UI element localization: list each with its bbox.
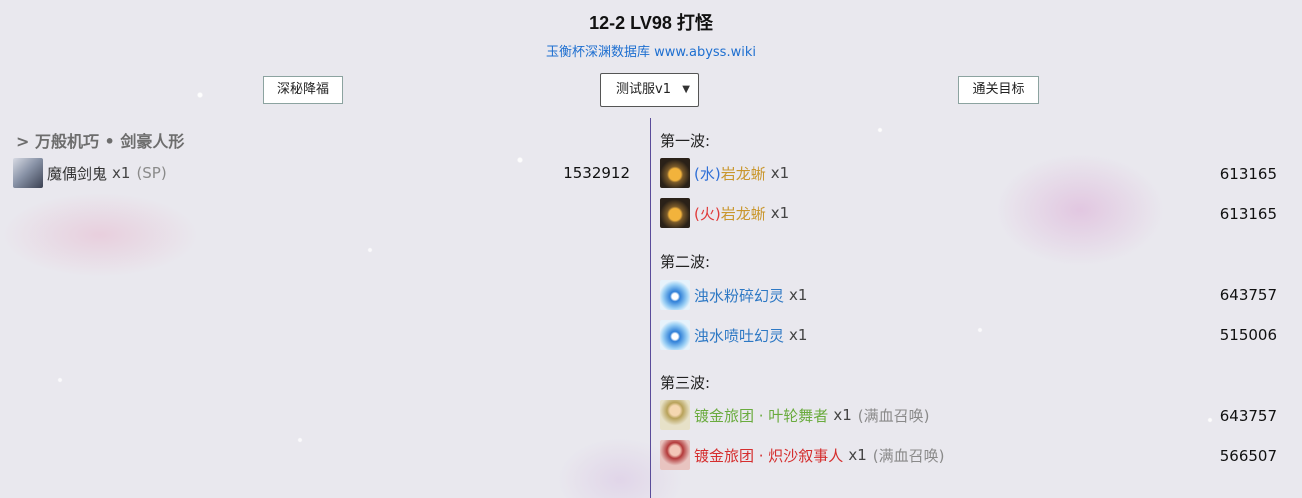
wave-label: 第三波: (660, 374, 711, 392)
team-label: > 万般机巧 • 剑豪人形 (16, 132, 185, 151)
enemy-count: x1 (770, 204, 790, 222)
enemy-name: 岩龙蜥 (720, 164, 766, 183)
enemy-tag: (满血召唤) (872, 446, 945, 465)
enemy-row: 镀金旅团 · 叶轮舞者 x1 (满血召唤) (660, 399, 929, 431)
enemy-hp: 613165 (1219, 165, 1277, 183)
enemy-row: 镀金旅团 · 炽沙叙事人 x1 (满血召唤) (660, 439, 944, 471)
enemy-count: x1 (789, 326, 808, 344)
chevron-down-icon: ▼ (682, 84, 690, 95)
enemy-hp: 515006 (1219, 326, 1277, 344)
water-phantom-icon (660, 280, 690, 310)
enemy-element: (火) (694, 204, 721, 223)
page-title: 12-2 LV98 打怪 (589, 13, 713, 33)
lizard-icon (660, 198, 690, 228)
column-divider (650, 118, 651, 498)
enemy-row: (水) 岩龙蜥 x1 (660, 157, 789, 189)
version-select-value: 测试服v1 (616, 82, 671, 97)
lizard-icon (660, 158, 690, 188)
enemy-name: 浊水粉碎幻灵 (694, 286, 785, 305)
enemy-name: 岩龙蜥 (720, 204, 766, 223)
enemy-hp: 1532912 (563, 164, 630, 182)
enemy-row: 浊水粉碎幻灵 x1 (660, 279, 807, 311)
enemy-hp: 613165 (1219, 205, 1277, 223)
enemy-name: 镀金旅团 · 炽沙叙事人 (694, 446, 844, 465)
version-select[interactable]: 测试服v1 ▼ (600, 73, 699, 107)
wave-label: 第二波: (660, 253, 711, 271)
enemy-hp: 643757 (1219, 286, 1277, 304)
enemy-tag: (满血召唤) (857, 406, 930, 425)
water-phantom-icon (660, 320, 690, 350)
enemy-count: x1 (833, 406, 852, 424)
dancer-icon (660, 400, 690, 430)
enemy-row: 浊水喷吐幻灵 x1 (660, 319, 807, 351)
enemy-name: 浊水喷吐幻灵 (694, 326, 785, 345)
enemy-hp: 566507 (1219, 447, 1277, 465)
enemy-name: 魔偶剑鬼 (47, 164, 108, 183)
blessing-button[interactable]: 深秘降福 (263, 76, 343, 104)
enemy-count: x1 (789, 286, 808, 304)
enemy-row: 魔偶剑鬼 x1 (SP) (13, 157, 167, 189)
enemy-row: (火) 岩龙蜥 x1 (660, 197, 789, 229)
enemy-count: x1 (848, 446, 867, 464)
enemy-count: x1 (770, 164, 790, 182)
enemy-hp: 643757 (1219, 407, 1277, 425)
page-header: 12-2 LV98 打怪 玉衡杯深渊数据库 www.abyss.wiki (0, 10, 1302, 60)
clear-goal-button[interactable]: 通关目标 (958, 76, 1039, 104)
enemy-tag: (SP) (136, 164, 167, 182)
enemy-element: (水) (694, 164, 721, 183)
puppet-swordsman-icon (13, 158, 43, 188)
wave-label: 第一波: (660, 132, 711, 150)
site-link[interactable]: 玉衡杯深渊数据库 www.abyss.wiki (546, 41, 756, 60)
narrator-icon (660, 440, 690, 470)
enemy-count: x1 (112, 164, 131, 182)
enemy-name: 镀金旅团 · 叶轮舞者 (694, 406, 829, 425)
